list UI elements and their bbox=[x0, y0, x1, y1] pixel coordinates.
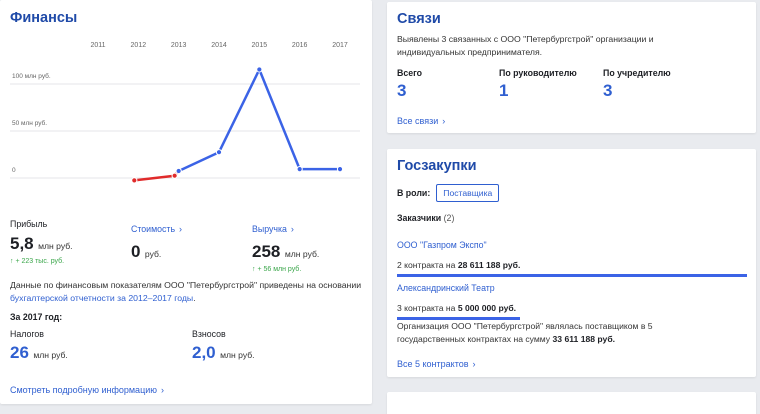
y-tick-label: 100 млн руб. bbox=[12, 72, 51, 80]
fees-label: Взносов bbox=[192, 329, 226, 339]
x-tick-label: 2016 bbox=[292, 42, 308, 49]
x-tick-label: 2017 bbox=[332, 42, 348, 49]
links-stat-founder-label: По учредителю bbox=[603, 68, 671, 78]
taxes-block: Налогов 26 млн руб. bbox=[10, 329, 68, 363]
fees-unit: млн руб. bbox=[220, 350, 255, 360]
x-tick-label: 2015 bbox=[252, 42, 268, 49]
all-links-link[interactable]: Все связи bbox=[397, 116, 438, 126]
metric-cost-link[interactable]: Стоимость bbox=[131, 224, 175, 234]
taxes-label: Налогов bbox=[10, 329, 44, 339]
metric-profit-unit: млн руб. bbox=[38, 241, 73, 251]
customer-name-link[interactable]: Александринский Театр bbox=[397, 283, 495, 293]
x-tick-label: 2011 bbox=[90, 42, 105, 49]
finance-note-end: . bbox=[193, 293, 196, 303]
chevron-right-icon: › bbox=[161, 385, 164, 395]
data-point[interactable] bbox=[336, 166, 344, 173]
series-line-positive bbox=[178, 68, 340, 173]
customer-contracts: 3 контракта на bbox=[397, 303, 456, 313]
finance-note: Данные по финансовым показателям ООО "Пе… bbox=[10, 279, 362, 305]
links-stat-total: Всего 3 bbox=[397, 68, 422, 101]
finance-note-text: Данные по финансовым показателям ООО "Пе… bbox=[10, 280, 362, 290]
procurement-summary-amount: 33 611 188 руб. bbox=[552, 333, 616, 344]
customer-contracts: 2 контракта на bbox=[397, 260, 456, 270]
links-stat-total-value[interactable]: 3 bbox=[397, 81, 422, 101]
finance-chart: 2011 2012 2013 2014 2015 2016 2017 100 млн руб.… bbox=[10, 42, 360, 184]
data-point[interactable] bbox=[256, 66, 263, 73]
finance-more-link[interactable]: Смотреть подробную информацию bbox=[10, 385, 157, 395]
customer-item: ООО "Газпром Экспо" 2 контракта на 28 61… bbox=[397, 235, 747, 277]
all-contracts-link[interactable]: Все 5 контрактов bbox=[397, 359, 469, 369]
data-point[interactable] bbox=[171, 172, 178, 179]
chevron-right-icon: › bbox=[179, 224, 183, 234]
chevron-right-icon: › bbox=[442, 116, 446, 126]
metric-cost-unit: руб. bbox=[144, 249, 162, 259]
metric-cost: Стоимость › 0 руб. bbox=[131, 219, 182, 262]
metric-profit-value: 5,8 bbox=[10, 234, 34, 253]
customer-name-link[interactable]: ООО "Газпром Экспо" bbox=[397, 240, 487, 250]
metric-profit-delta: ↑ + 223 тыс. руб. bbox=[10, 258, 65, 265]
x-tick-label: 2012 bbox=[131, 42, 147, 49]
links-stat-founder: По учредителю 3 bbox=[603, 68, 671, 101]
taxes-unit: млн руб. bbox=[33, 350, 68, 360]
procurement-summary: Организация ООО "Петербургстрой" являлас… bbox=[397, 320, 697, 345]
procurement-card: Госзакупки В роли: Поставщика Заказчики … bbox=[387, 149, 756, 377]
links-stat-total-label: Всего bbox=[397, 68, 423, 78]
data-point[interactable] bbox=[296, 166, 303, 173]
finance-title: Финансы bbox=[10, 10, 78, 26]
metric-revenue-value: 258 bbox=[252, 242, 281, 261]
metric-revenue-delta: ↑ + 56 млн руб. bbox=[252, 266, 302, 273]
procurement-title: Госзакупки bbox=[397, 158, 477, 174]
links-stat-founder-value[interactable]: 3 bbox=[603, 81, 671, 101]
links-stat-director: По руководителю 1 bbox=[499, 68, 577, 101]
metric-revenue-link[interactable]: Выручка bbox=[252, 224, 287, 234]
role-label: В роли: bbox=[397, 188, 431, 198]
links-stat-director-value[interactable]: 1 bbox=[499, 81, 577, 101]
links-description: Выявлены 3 связанных с ООО "Петербургстр… bbox=[397, 34, 654, 57]
links-title: Связи bbox=[397, 11, 441, 27]
x-tick-label: 2013 bbox=[171, 42, 187, 49]
links-card: Связи Выявлены 3 связанных с ООО "Петерб… bbox=[387, 2, 756, 133]
role-badge[interactable]: Поставщика bbox=[436, 184, 500, 202]
metric-cost-value: 0 bbox=[131, 242, 141, 261]
customer-amount: 28 611 188 руб. bbox=[457, 260, 521, 270]
data-point[interactable] bbox=[131, 177, 138, 184]
chevron-right-icon: › bbox=[290, 224, 294, 234]
customers-count: (2) bbox=[443, 213, 455, 223]
finance-report-link[interactable]: бухгалтерской отчетности за 2012–2017 го… bbox=[10, 293, 193, 303]
year-title: За 2017 год: bbox=[10, 312, 63, 322]
y-tick-label: 0 bbox=[12, 167, 16, 174]
metric-profit: Прибыль 5,8 млн руб. ↑ + 223 тыс. руб. bbox=[10, 219, 73, 265]
metric-revenue: Выручка › 258 млн руб. ↑ + 56 млн руб. bbox=[252, 219, 319, 273]
customers-label: Заказчики bbox=[397, 213, 442, 223]
data-point[interactable] bbox=[175, 167, 182, 175]
taxes-value: 26 bbox=[10, 343, 29, 362]
customer-item: Александринский Театр 3 контракта на 5 0… bbox=[397, 278, 747, 320]
metric-revenue-unit: млн руб. bbox=[284, 249, 320, 259]
fees-value: 2,0 bbox=[192, 343, 216, 362]
customer-share-bar bbox=[397, 274, 747, 277]
metric-profit-label: Прибыль bbox=[10, 219, 48, 229]
finance-card: Финансы 2011 2012 2013 2014 2015 2016 2017 100 … bbox=[0, 0, 372, 404]
data-point[interactable] bbox=[215, 149, 223, 156]
next-card bbox=[387, 392, 756, 414]
fees-block: Взносов 2,0 млн руб. bbox=[192, 329, 255, 363]
x-tick-label: 2014 bbox=[211, 42, 227, 49]
links-stat-director-label: По руководителю bbox=[499, 68, 577, 78]
chevron-right-icon: › bbox=[472, 359, 476, 369]
customer-amount: 5 000 000 руб. bbox=[457, 303, 517, 313]
y-tick-label: 50 млн руб. bbox=[12, 119, 47, 127]
